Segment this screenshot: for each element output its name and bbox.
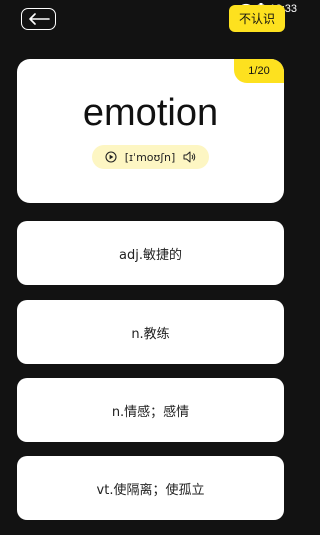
option-card-1[interactable]: adj.敏捷的 [17,221,284,285]
speaker-icon [183,151,196,163]
word-text: emotion [82,92,219,134]
unknown-button[interactable]: 不认识 [229,5,285,32]
phonetic-text: [ɪˈmoʊʃn] [124,150,176,164]
back-button[interactable] [21,8,56,30]
option-card-2[interactable]: n.教练 [17,300,284,364]
word-card: 1/20 emotion [ɪˈmoʊʃn] [17,59,284,203]
pronunciation-button[interactable]: [ɪˈmoʊʃn] [92,145,209,169]
arrow-left-icon [28,13,50,25]
play-circle-icon [105,151,117,163]
option-card-3[interactable]: n.情感；感情 [17,378,284,442]
progress-badge: 1/20 [234,59,284,83]
option-card-4[interactable]: vt.使隔离；使孤立 [17,456,284,520]
